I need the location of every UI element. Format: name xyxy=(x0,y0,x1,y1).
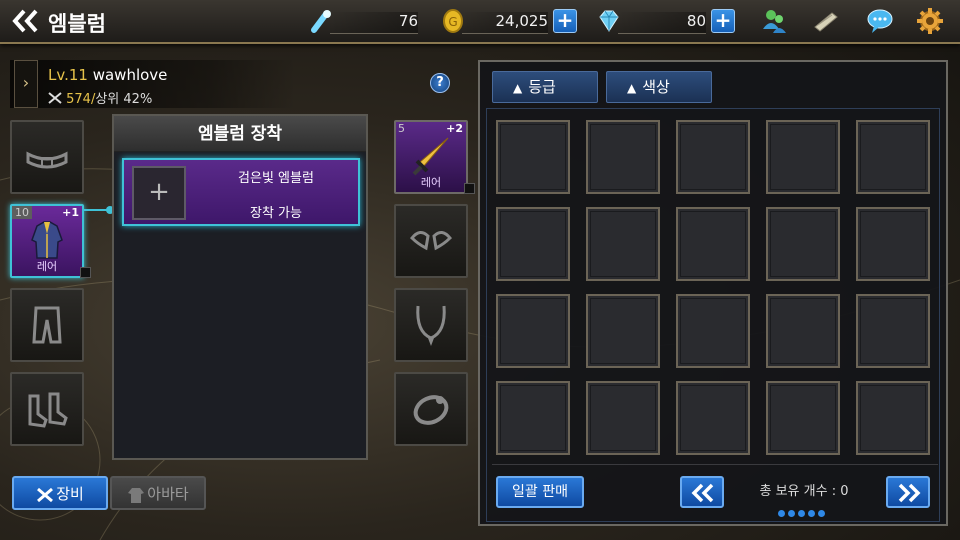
gear-icon[interactable] xyxy=(916,7,944,35)
gem-value: 80 xyxy=(686,12,706,30)
back-button[interactable] xyxy=(12,8,40,34)
double-chevron-left-icon xyxy=(12,9,38,33)
mail-icon[interactable] xyxy=(812,7,840,35)
equip-slot-pants[interactable] xyxy=(10,288,84,362)
avatar-outfit-icon xyxy=(128,487,145,503)
inventory-slot[interactable] xyxy=(856,381,930,455)
necklace-icon xyxy=(416,305,446,346)
emblem-panel-title: 엠블럼 장착 xyxy=(114,116,366,152)
stamina-value: 76 xyxy=(398,12,418,30)
page-dot xyxy=(788,510,795,517)
inventory-slot[interactable] xyxy=(856,120,930,194)
svg-text:G: G xyxy=(448,15,457,29)
crossed-swords-icon xyxy=(37,487,54,502)
player-name: wawhlove xyxy=(92,66,168,84)
inventory-slot[interactable] xyxy=(496,381,570,455)
double-chevron-left-icon xyxy=(691,483,714,503)
gold-value: 24,025 xyxy=(495,12,549,30)
sort-arrow-icon: ▲ xyxy=(627,81,637,95)
page-dot xyxy=(818,510,825,517)
sort-color-label: 색상 xyxy=(642,78,670,96)
pants-icon xyxy=(32,306,62,344)
prev-page-button[interactable] xyxy=(680,476,724,508)
inventory-slot[interactable] xyxy=(766,381,840,455)
inventory-slot[interactable] xyxy=(856,207,930,281)
inventory-slot[interactable] xyxy=(496,207,570,281)
equip-slot-armor[interactable]: 10 +1 레어 xyxy=(10,204,91,278)
help-button[interactable]: ? xyxy=(430,73,450,93)
friends-icon[interactable] xyxy=(760,7,788,35)
inventory-slot[interactable] xyxy=(586,120,660,194)
inventory-slot[interactable] xyxy=(496,120,570,194)
inventory-slot[interactable] xyxy=(496,294,570,368)
item-grade: 레어 xyxy=(36,260,58,273)
slot-checkbox[interactable] xyxy=(464,183,475,194)
tab-avatar-label: 아바타 xyxy=(147,485,189,503)
equip-slot-necklace[interactable] xyxy=(394,288,468,362)
page-indicator xyxy=(778,502,828,517)
inventory-slot[interactable] xyxy=(676,120,750,194)
sort-by-grade-button[interactable]: ▲ 등급 xyxy=(492,71,598,103)
page-dot xyxy=(808,510,815,517)
equip-slot-shoulder[interactable] xyxy=(394,204,468,278)
inventory-slot[interactable] xyxy=(856,294,930,368)
next-page-button[interactable] xyxy=(886,476,930,508)
profile-panel: › Lv.11 wawhlove 574/상위 42% xyxy=(10,60,296,108)
inventory-slot[interactable] xyxy=(676,294,750,368)
top-bar: 엠블럼 76 G 24,025 + 80 + xyxy=(0,0,960,44)
stamina-counter: 76 xyxy=(308,6,418,36)
inventory-slot[interactable] xyxy=(586,381,660,455)
inventory-slot[interactable] xyxy=(676,381,750,455)
player-level: Lv.11 xyxy=(48,66,88,84)
total-count-label: 총 보유 개수 : 0 xyxy=(759,484,849,499)
equip-slot-weapon[interactable]: 5 +2 레어 xyxy=(394,120,475,194)
shoulder-icon xyxy=(409,231,453,251)
sort-arrow-icon: ▲ xyxy=(513,81,523,95)
equip-slot-boots[interactable] xyxy=(10,372,84,446)
page-dot xyxy=(778,510,785,517)
item-level: 5 xyxy=(398,122,405,135)
ring-icon xyxy=(413,395,449,425)
bulk-sell-button[interactable]: 일괄 판매 xyxy=(496,476,584,508)
inventory-slot[interactable] xyxy=(766,120,840,194)
add-gem-button[interactable]: + xyxy=(711,9,735,33)
inventory-slot[interactable] xyxy=(586,294,660,368)
page-dot xyxy=(798,510,805,517)
boots-icon xyxy=(28,392,68,428)
emblem-slot[interactable]: + 검은빛 엠블럼 장착 가능 xyxy=(122,158,360,226)
sort-by-color-button[interactable]: ▲ 색상 xyxy=(606,71,712,103)
inventory-slot[interactable] xyxy=(586,207,660,281)
equip-slot-ring[interactable] xyxy=(394,372,468,446)
inventory-slot[interactable] xyxy=(676,207,750,281)
add-emblem-button[interactable]: + xyxy=(132,166,186,220)
emblem-slot-status: 장착 가능 xyxy=(250,206,302,221)
add-gold-button[interactable]: + xyxy=(553,9,577,33)
tab-avatar[interactable]: 아바타 xyxy=(110,476,206,510)
inventory-slot[interactable] xyxy=(766,294,840,368)
emblem-equip-panel: 엠블럼 장착 + 검은빛 엠블럼 장착 가능 xyxy=(112,114,368,460)
slot-connector xyxy=(84,206,114,214)
rank-percent: 상위 42% xyxy=(95,92,153,107)
tab-equipment-label: 장비 xyxy=(56,485,84,503)
tab-equipment[interactable]: 장비 xyxy=(12,476,108,510)
equip-slot-belt[interactable] xyxy=(10,120,84,194)
crossed-swords-icon xyxy=(48,92,62,104)
double-chevron-right-icon xyxy=(898,483,921,503)
emblem-inventory-panel: ▲ 등급 ▲ 색상 일괄 판매 총 보유 개수 : 0 xyxy=(478,60,948,526)
combat-power: 574/ xyxy=(66,92,96,107)
page-title: 엠블럼 xyxy=(48,12,106,36)
chat-icon[interactable] xyxy=(866,7,894,35)
slot-checkbox[interactable] xyxy=(80,267,91,278)
inventory-slot[interactable] xyxy=(766,207,840,281)
belt-icon xyxy=(26,151,68,169)
sort-grade-label: 등급 xyxy=(528,78,556,96)
gem-counter: 80 xyxy=(596,6,706,36)
profile-expand-button[interactable]: › xyxy=(14,60,38,108)
gold-counter: G 24,025 xyxy=(440,6,548,36)
emblem-slot-name: 검은빛 엠블럼 xyxy=(238,171,314,186)
item-grade: 레어 xyxy=(420,176,442,189)
